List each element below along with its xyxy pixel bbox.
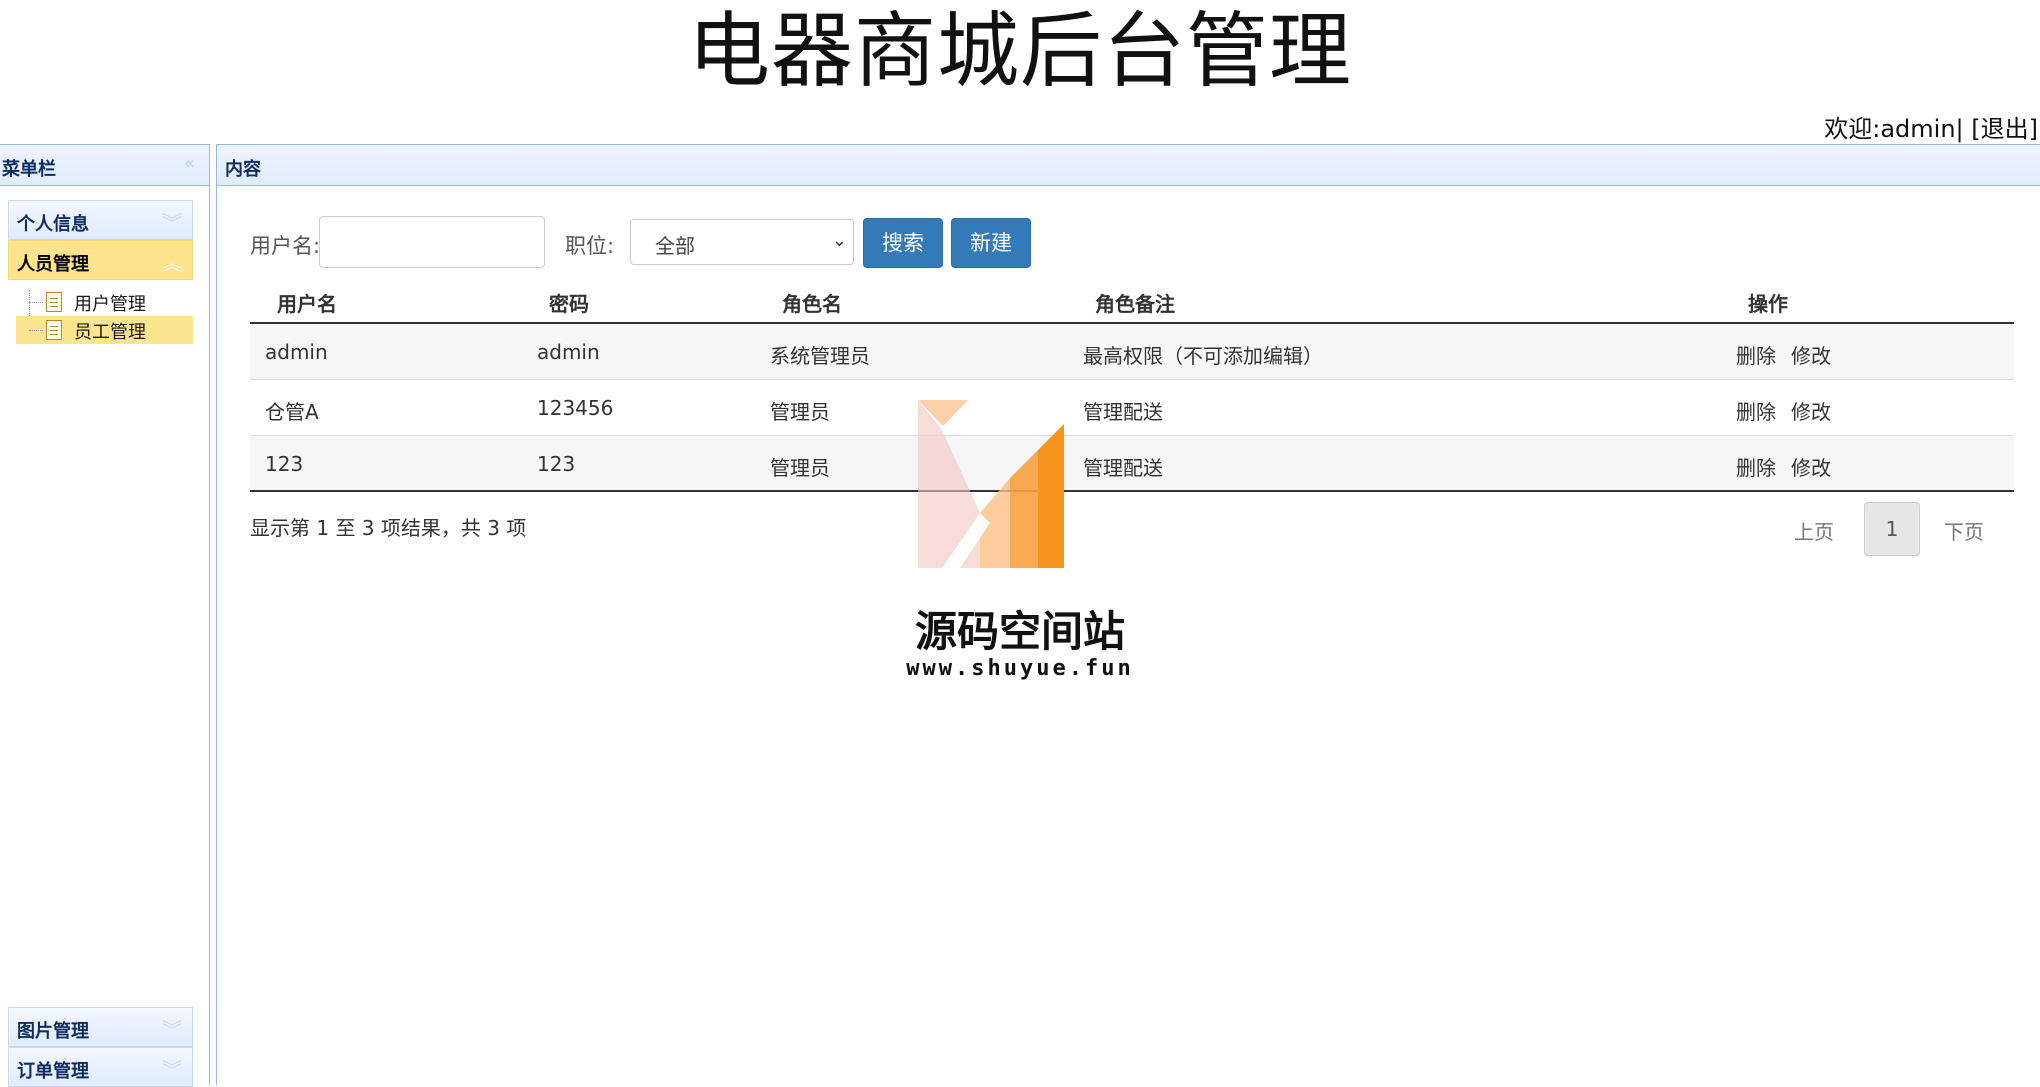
cell-password: 123 xyxy=(537,452,576,476)
cell-username: 仓管A xyxy=(265,400,319,424)
column-header-actions: 操作 xyxy=(1748,292,1788,316)
edit-link[interactable]: 修改 xyxy=(1791,340,1831,369)
page-1-button[interactable]: 1 xyxy=(1864,502,1920,556)
cell-role: 管理员 xyxy=(770,400,830,424)
accordion-order-management[interactable]: 订单管理 ︾ xyxy=(8,1047,193,1087)
column-header-note[interactable]: 角色备注 xyxy=(1095,288,1175,317)
pagination-summary: 显示第 1 至 3 项结果，共 3 项 xyxy=(250,516,527,540)
accordion-title: 人员管理 xyxy=(17,254,89,275)
double-chevron-left-icon[interactable]: « xyxy=(184,153,195,174)
search-button[interactable]: 搜索 xyxy=(863,218,943,268)
menu-accordion-bottom: 图片管理 ︾ 订单管理 ︾ xyxy=(8,1007,193,1087)
menu-panel-header: 菜单栏 « xyxy=(0,144,209,186)
cell-note: 最高权限（不可添加编辑） xyxy=(1083,344,1323,368)
column-header-role[interactable]: 角色名 xyxy=(782,288,842,317)
column-header-username[interactable]: 用户名 xyxy=(277,288,337,317)
cell-password: admin xyxy=(537,340,600,364)
edit-link[interactable]: 修改 xyxy=(1791,396,1831,425)
cell-role: 管理员 xyxy=(770,456,830,480)
file-icon xyxy=(46,292,62,312)
double-chevron-up-icon: ︽ xyxy=(162,251,182,275)
content-panel-header: 内容 xyxy=(217,144,2040,186)
position-label: 职位: xyxy=(565,234,615,258)
delete-link[interactable]: 删除 xyxy=(1736,396,1776,425)
accordion-title: 订单管理 xyxy=(17,1061,89,1082)
tree-item-label: 员工管理 xyxy=(74,322,146,343)
cell-note: 管理配送 xyxy=(1083,400,1163,424)
staff-table: 用户名 密码 角色名 角色备注 操作 admin admin 系统管理员 最高权… xyxy=(250,276,2014,492)
cell-note: 管理配送 xyxy=(1083,456,1163,480)
position-select[interactable]: 全部 ⌄ xyxy=(630,219,854,265)
tree-connector xyxy=(29,302,43,303)
delete-link[interactable]: 删除 xyxy=(1736,340,1776,369)
accordion-personal-info[interactable]: 个人信息 ︾ xyxy=(8,200,193,240)
welcome-bar: 欢迎:admin| [退出] xyxy=(1824,114,2038,144)
next-page-link[interactable]: 下页 xyxy=(1944,516,1984,545)
menu-accordion: 个人信息 ︾ 人员管理 ︽ 用户管理 员工管理 xyxy=(8,200,193,350)
table-row[interactable]: 仓管A 123456 管理员 管理配送 删除 修改 xyxy=(250,380,2014,436)
accordion-title: 图片管理 xyxy=(17,1021,89,1042)
welcome-separator: | xyxy=(1955,115,1964,143)
tree-connector xyxy=(29,330,43,331)
table-header: 用户名 密码 角色名 角色备注 操作 xyxy=(250,276,2014,324)
site-title: 电器商城后台管理 xyxy=(687,4,1352,99)
chevron-down-icon: ⌄ xyxy=(831,230,847,251)
double-chevron-down-icon: ︾ xyxy=(162,1058,182,1082)
new-button[interactable]: 新建 xyxy=(951,218,1031,268)
content-panel: 内容 用户名: 职位: 全部 ⌄ 搜索 新建 用户名 密码 角色名 角色备注 操… xyxy=(216,144,2040,1085)
content-panel-title: 内容 xyxy=(225,159,261,180)
position-selected-value: 全部 xyxy=(655,234,695,258)
logout-link[interactable]: [退出] xyxy=(1971,115,2038,143)
tree-item-user-management[interactable]: 用户管理 xyxy=(16,288,193,316)
column-header-password[interactable]: 密码 xyxy=(549,288,589,317)
tree-item-label: 用户管理 xyxy=(74,294,146,315)
delete-link[interactable]: 删除 xyxy=(1736,452,1776,481)
cell-role: 系统管理员 xyxy=(770,344,870,368)
menu-panel: 菜单栏 « 个人信息 ︾ 人员管理 ︽ 用户管理 员工管理 图片管理 ︾ 订单管… xyxy=(0,144,210,1087)
table-row[interactable]: admin admin 系统管理员 最高权限（不可添加编辑） 删除 修改 xyxy=(250,324,2014,380)
staff-tree: 用户管理 员工管理 xyxy=(8,280,193,350)
edit-link[interactable]: 修改 xyxy=(1791,452,1831,481)
welcome-prefix: 欢迎: xyxy=(1824,115,1881,143)
cell-username: 123 xyxy=(265,452,304,476)
prev-page-link[interactable]: 上页 xyxy=(1794,516,1834,545)
accordion-staff-management[interactable]: 人员管理 ︽ xyxy=(8,240,193,280)
accordion-title: 个人信息 xyxy=(17,214,89,235)
accordion-image-management[interactable]: 图片管理 ︾ xyxy=(8,1007,193,1047)
username-label: 用户名: xyxy=(250,234,321,258)
cell-password: 123456 xyxy=(537,396,614,420)
tree-item-employee-management[interactable]: 员工管理 xyxy=(16,316,193,344)
page-header: 电器商城后台管理 欢迎:admin| [退出] xyxy=(0,0,2040,144)
username-input[interactable] xyxy=(319,216,545,268)
cell-username: admin xyxy=(265,340,328,364)
double-chevron-down-icon: ︾ xyxy=(162,1018,182,1042)
menu-panel-title: 菜单栏 xyxy=(2,159,56,180)
pagination: 上页 1 下页 xyxy=(1794,502,2014,556)
file-icon xyxy=(46,320,62,340)
current-username: admin xyxy=(1880,115,1956,143)
double-chevron-down-icon: ︾ xyxy=(162,211,182,235)
table-row[interactable]: 123 123 管理员 管理配送 删除 修改 xyxy=(250,436,2014,492)
